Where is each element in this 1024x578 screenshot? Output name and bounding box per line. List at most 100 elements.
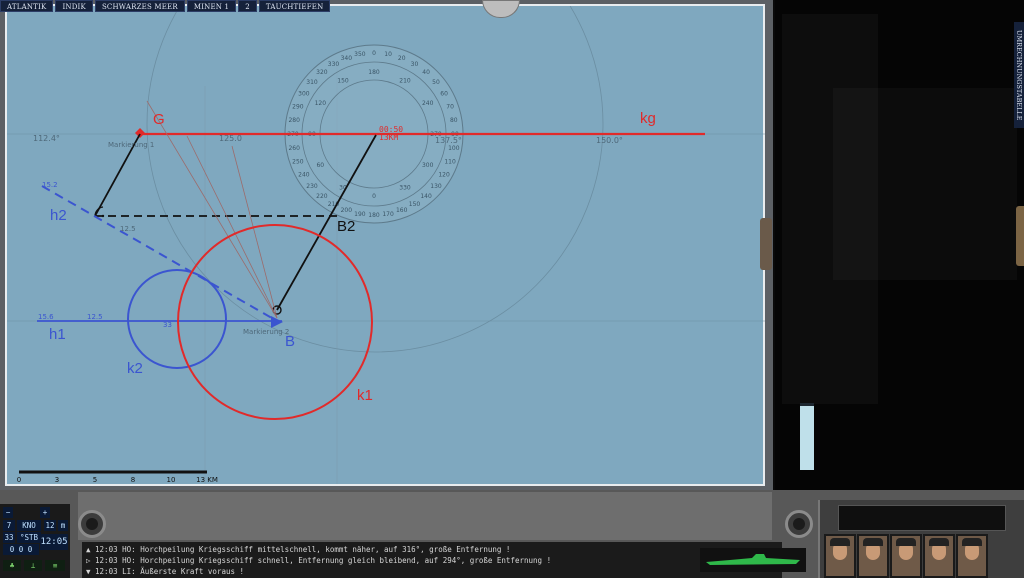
- bearing-label-1: 112.4°: [33, 134, 60, 143]
- bearing-label-2: 125.0: [219, 134, 242, 143]
- submarine-silhouette: [700, 548, 806, 572]
- message-1: ▲ 12:03 HO: Horchpeilung Kriegsschiff mi…: [86, 545, 511, 554]
- label-g: G: [153, 111, 165, 128]
- crew-portrait-3[interactable]: [890, 534, 922, 578]
- depth-icon[interactable]: ≡: [45, 560, 65, 571]
- level-indicator: [800, 403, 814, 470]
- compass-outer-tick-22: 220: [316, 193, 328, 200]
- tab-tauchtiefen[interactable]: TAUCHTIEFEN: [258, 0, 331, 12]
- compass-outer-tick-13: 130: [430, 183, 442, 190]
- small-label-3: 15.6: [38, 313, 54, 321]
- crew-portrait-4[interactable]: [923, 534, 955, 578]
- counter-display: 0 0 0: [3, 544, 39, 555]
- compass-outer-tick-6: 60: [440, 91, 448, 98]
- tab-minen-1[interactable]: MINEN 1: [186, 0, 237, 12]
- crew-status-field[interactable]: [838, 505, 1006, 531]
- small-label-2: 12.5: [120, 225, 136, 233]
- navigation-map[interactable]: 0102030405060708090100110120130140150160…: [7, 6, 765, 484]
- compass-outer-tick-16: 160: [396, 207, 408, 214]
- tab-schwarzes-meer[interactable]: SCHWARZES MEER: [94, 0, 185, 12]
- tab-atlantik[interactable]: ATLANTIK: [0, 0, 54, 12]
- compass-outer-tick-34: 340: [341, 55, 353, 62]
- left-round-button[interactable]: [78, 510, 106, 538]
- level-fill: [800, 406, 814, 470]
- scale-tick-4: 10: [167, 476, 176, 484]
- compass-outer-tick-0: 0: [372, 50, 376, 57]
- periscope-icon[interactable]: ⊥: [24, 560, 42, 571]
- control-panel: − + 7 KNO 12 m 33 °STB 12:05 0 0 0 ♣ ⊥ ≡: [0, 504, 70, 578]
- compass-outer-tick-2: 20: [398, 55, 406, 62]
- metal-plate: [78, 492, 772, 540]
- knots-value: 7: [3, 520, 15, 531]
- compass-outer-tick-8: 80: [450, 117, 458, 124]
- scale-tick-3: 8: [131, 476, 135, 484]
- distance-readout: 13KM: [379, 133, 398, 142]
- compass-outer-tick-33: 330: [328, 61, 340, 68]
- scale-tick-2: 5: [93, 476, 97, 484]
- small-label-5: 33: [163, 321, 172, 329]
- compass-outer-tick-23: 230: [306, 183, 318, 190]
- compass-inner-tick-4: 300: [422, 162, 434, 169]
- scale-tick-1: 3: [55, 476, 59, 484]
- compass-outer-tick-20: 200: [341, 207, 353, 214]
- circle-k2: [127, 269, 227, 369]
- compass-outer-tick-7: 70: [446, 103, 454, 110]
- compass-outer-tick-15: 150: [409, 201, 421, 208]
- crew-portrait-2[interactable]: [857, 534, 889, 578]
- compass-outer-tick-35: 350: [354, 51, 366, 58]
- bearing-label-4: 150.0°: [596, 136, 623, 145]
- compass-outer-tick-4: 40: [422, 69, 430, 76]
- compass-inner-tick-5: 330: [399, 185, 411, 192]
- right-round-button[interactable]: [785, 510, 813, 538]
- compass-outer-tick-30: 300: [298, 91, 310, 98]
- faded-compass: [833, 88, 1017, 280]
- side-panel-handle[interactable]: [1016, 206, 1024, 266]
- label-b2: B2: [337, 218, 355, 235]
- compass-outer-tick-25: 250: [292, 159, 304, 166]
- scale-tick-5: 13 KM: [196, 476, 218, 484]
- compass-inner-tick-2: 240: [422, 100, 434, 107]
- compass-outer-tick-19: 190: [354, 211, 366, 218]
- compass-outer-tick-17: 170: [382, 211, 394, 218]
- compass-outer-tick-14: 140: [420, 193, 432, 200]
- heading-unit: °STB: [17, 532, 41, 543]
- message-log: ▲ 12:03 HO: Horchpeilung Kriegsschiff mi…: [82, 542, 782, 578]
- marker-label-2: Markierung 2: [243, 328, 289, 336]
- bearing-label-3: 137.5°: [435, 136, 462, 145]
- small-label-4: 12.5: [87, 313, 103, 321]
- label-k2: k2: [127, 360, 143, 377]
- tab-minen-2[interactable]: 2: [238, 0, 257, 12]
- compass-outer-tick-12: 120: [438, 172, 450, 179]
- compass-outer-tick-11: 110: [444, 159, 456, 166]
- compass-inner-tick-8: 60: [316, 162, 324, 169]
- message-3: ▼ 12:03 LI: Äußerste Kraft voraus !: [86, 567, 245, 576]
- compass-outer-tick-10: 100: [448, 145, 460, 152]
- map-side-handle[interactable]: [760, 218, 772, 270]
- crew-icon[interactable]: ♣: [3, 560, 21, 571]
- label-h2: h2: [50, 207, 67, 224]
- game-clock: 12:05: [40, 534, 68, 550]
- compass-inner-tick-1: 210: [399, 77, 411, 84]
- minus-button[interactable]: −: [3, 507, 13, 518]
- small-label-1: 15.2: [42, 181, 58, 189]
- plus-button[interactable]: +: [40, 507, 50, 518]
- compass-outer-tick-18: 180: [368, 212, 380, 219]
- message-2: ▷ 12:03 HO: Horchpeilung Kriegsschiff sc…: [86, 556, 552, 565]
- knots-label: KNO: [17, 520, 41, 531]
- compass-outer-tick-26: 260: [288, 145, 300, 152]
- compass-outer-tick-32: 320: [316, 69, 328, 76]
- depth-unit: m: [58, 520, 68, 531]
- map-tabs: ATLANTIK INDIK SCHWARZES MEER MINEN 1 2 …: [0, 0, 331, 12]
- crew-portrait-1[interactable]: [824, 534, 856, 578]
- tab-indik[interactable]: INDIK: [55, 0, 93, 12]
- crew-portrait-5[interactable]: [956, 534, 988, 578]
- label-kg: kg: [640, 110, 656, 127]
- compass-inner-tick-6: 0: [372, 193, 376, 200]
- compass-outer-tick-3: 30: [411, 61, 419, 68]
- compass-outer-tick-5: 50: [432, 79, 440, 86]
- label-h1: h1: [49, 326, 66, 343]
- label-k1: k1: [357, 387, 373, 404]
- tab-umrechnungstabelle[interactable]: UMRECHNUNGSTABELLE: [1014, 22, 1024, 128]
- compass-inner-tick-0: 180: [368, 69, 380, 76]
- marker-label-1: Markierung 1: [108, 141, 154, 149]
